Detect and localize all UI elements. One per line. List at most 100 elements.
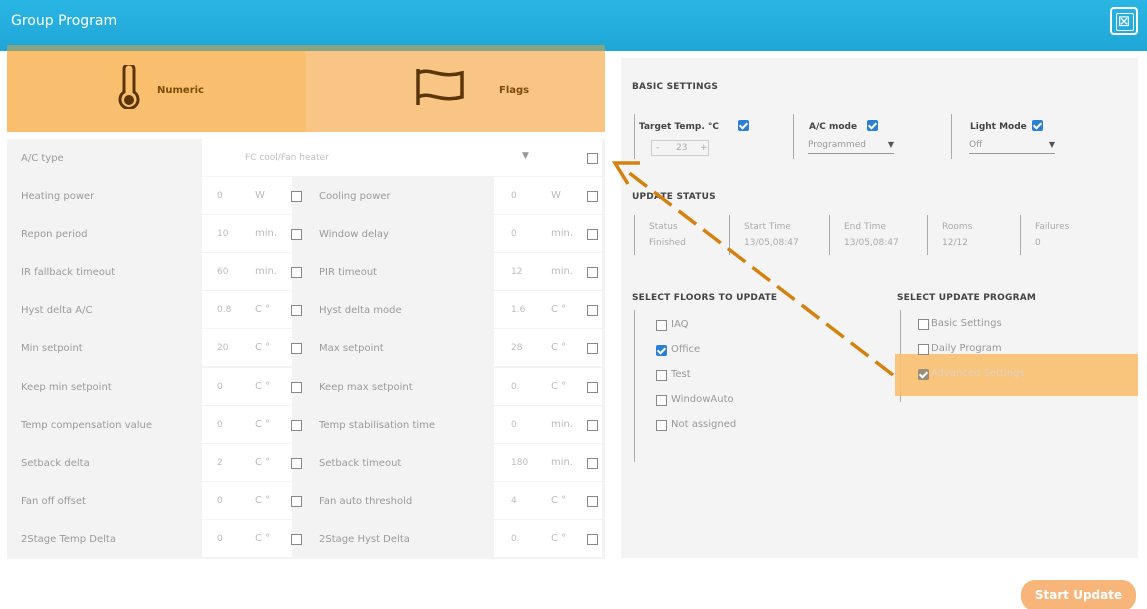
- setting-checkbox[interactable]: [587, 382, 598, 393]
- minus-icon[interactable]: -: [656, 143, 659, 153]
- setting-label: Fan off offset: [21, 496, 86, 507]
- program-checkbox[interactable]: [918, 344, 929, 355]
- flag-icon: [416, 69, 464, 105]
- setting-checkbox[interactable]: [291, 382, 302, 393]
- setting-unit: min.: [551, 266, 574, 277]
- light-mode-select[interactable]: Off ▼: [969, 140, 1055, 154]
- floor-checkbox[interactable]: [656, 420, 667, 431]
- setting-label: Min setpoint: [21, 343, 83, 354]
- right-panel: BASIC SETTINGS Target Temp. °C - 23 + A/…: [621, 58, 1138, 558]
- setting-label: PIR timeout: [319, 267, 378, 278]
- setting-input[interactable]: [202, 177, 292, 214]
- setting-value: 0: [511, 229, 517, 239]
- setting-checkbox[interactable]: [587, 229, 598, 240]
- target-temp-checkbox[interactable]: [738, 120, 749, 131]
- setting-unit: C °: [551, 381, 567, 392]
- title-bar: Group Program ⊠: [0, 0, 1147, 51]
- setting-input[interactable]: [202, 368, 292, 405]
- close-button[interactable]: ⊠: [1110, 7, 1138, 35]
- setting-input[interactable]: [202, 291, 292, 328]
- light-mode-checkbox[interactable]: [1032, 120, 1043, 131]
- floor-checkbox[interactable]: [656, 370, 667, 381]
- setting-checkbox[interactable]: [291, 534, 302, 545]
- setting-checkbox[interactable]: [291, 496, 302, 507]
- program-checkbox[interactable]: [918, 369, 929, 380]
- floor-checkbox[interactable]: [656, 345, 667, 356]
- setting-input[interactable]: [202, 406, 292, 443]
- setting-unit: C °: [551, 304, 567, 315]
- setting-checkbox[interactable]: [587, 267, 598, 278]
- setting-checkbox[interactable]: [291, 458, 302, 469]
- setting-label: 2Stage Hyst Delta: [319, 534, 410, 545]
- setting-checkbox[interactable]: [291, 420, 302, 431]
- setting-checkbox[interactable]: [587, 496, 598, 507]
- setting-label: Fan auto threshold: [319, 496, 413, 507]
- setting-checkbox[interactable]: [587, 534, 598, 545]
- ac-type-checkbox[interactable]: [587, 153, 598, 164]
- setting-input[interactable]: [202, 482, 292, 519]
- floors-title: SELECT FLOORS TO UPDATE: [632, 293, 778, 303]
- setting-value: 0: [511, 420, 517, 430]
- target-temp-label: Target Temp. °C: [639, 122, 719, 132]
- start-update-button[interactable]: Start Update: [1021, 580, 1136, 609]
- setting-label: Keep max setpoint: [319, 382, 413, 393]
- ac-type-row: A/C type FC cool/Fan heater ▼: [7, 139, 605, 177]
- setting-checkbox[interactable]: [291, 343, 302, 354]
- setting-value: 0: [217, 382, 223, 392]
- setting-checkbox[interactable]: [587, 305, 598, 316]
- setting-value: 0.8: [217, 305, 232, 315]
- setting-checkbox[interactable]: [291, 191, 302, 202]
- setting-checkbox[interactable]: [587, 458, 598, 469]
- divider: [927, 215, 928, 255]
- setting-label: Temp stabilisation time: [319, 420, 436, 431]
- setting-input[interactable]: [202, 215, 292, 252]
- target-temp-stepper[interactable]: - 23 +: [651, 140, 709, 156]
- status-value: 13/05,08:47: [844, 238, 899, 248]
- setting-value: 0: [511, 191, 517, 201]
- floor-label: WindowAuto: [671, 394, 734, 405]
- close-icon: ⊠: [1117, 12, 1131, 30]
- setting-label: Setback delta: [21, 458, 90, 469]
- setting-checkbox[interactable]: [291, 267, 302, 278]
- setting-value: 12: [511, 267, 523, 277]
- programs-title: SELECT UPDATE PROGRAM: [897, 293, 1037, 303]
- setting-checkbox[interactable]: [291, 229, 302, 240]
- tab-numeric[interactable]: Numeric: [7, 51, 306, 132]
- divider: [634, 215, 635, 255]
- floor-label: Test: [671, 369, 691, 380]
- setting-checkbox[interactable]: [291, 305, 302, 316]
- plus-icon[interactable]: +: [700, 143, 708, 153]
- chevron-down-icon: ▼: [887, 140, 894, 149]
- setting-unit: min.: [255, 266, 278, 277]
- light-mode-label: Light Mode: [970, 122, 1027, 132]
- setting-unit: C °: [255, 457, 271, 468]
- setting-checkbox[interactable]: [587, 343, 598, 354]
- setting-input[interactable]: [202, 520, 292, 557]
- floor-checkbox[interactable]: [656, 320, 667, 331]
- settings-row: Keep min setpoint 0 C ° Keep max setpoin…: [7, 368, 605, 406]
- setting-label: Max setpoint: [319, 343, 384, 354]
- program-checkbox[interactable]: [918, 319, 929, 330]
- tab-flags[interactable]: Flags: [306, 51, 605, 132]
- setting-unit: C °: [551, 533, 567, 544]
- setting-input[interactable]: [202, 329, 292, 366]
- setting-input[interactable]: [202, 444, 292, 481]
- setting-checkbox[interactable]: [587, 420, 598, 431]
- setting-value: 0: [511, 534, 517, 544]
- setting-value: 0: [511, 382, 517, 392]
- floor-label: IAQ: [671, 319, 689, 330]
- setting-label: Keep min setpoint: [21, 382, 112, 393]
- program-label: Daily Program: [931, 343, 1002, 354]
- ac-mode-select[interactable]: Programmed ▼: [808, 140, 894, 154]
- ac-mode-checkbox[interactable]: [867, 120, 878, 131]
- setting-value: 0: [217, 191, 223, 201]
- setting-unit: C °: [255, 342, 271, 353]
- floor-checkbox[interactable]: [656, 395, 667, 406]
- setting-unit: C °: [255, 495, 271, 506]
- setting-checkbox[interactable]: [587, 191, 598, 202]
- status-header: End Time: [844, 222, 886, 232]
- setting-input[interactable]: [202, 253, 292, 290]
- setting-value: 1.6: [511, 305, 526, 315]
- tab-bar: Numeric Flags: [7, 51, 605, 132]
- status-value: 13/05,08:47: [744, 238, 799, 248]
